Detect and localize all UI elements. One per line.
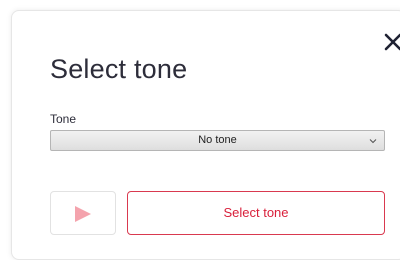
close-button[interactable] <box>382 31 400 53</box>
select-tone-button[interactable]: Select tone <box>127 191 385 235</box>
chevron-down-icon <box>369 139 377 144</box>
tone-select-value: No tone <box>198 134 237 146</box>
tone-field-label: Tone <box>50 112 77 126</box>
close-icon <box>384 33 400 51</box>
tone-select[interactable]: No tone <box>50 130 385 151</box>
play-preview-button[interactable] <box>50 191 116 235</box>
select-tone-dialog: Select tone Tone No tone Select tone <box>11 10 400 260</box>
dialog-title: Select tone <box>50 54 188 84</box>
play-icon <box>75 206 91 222</box>
